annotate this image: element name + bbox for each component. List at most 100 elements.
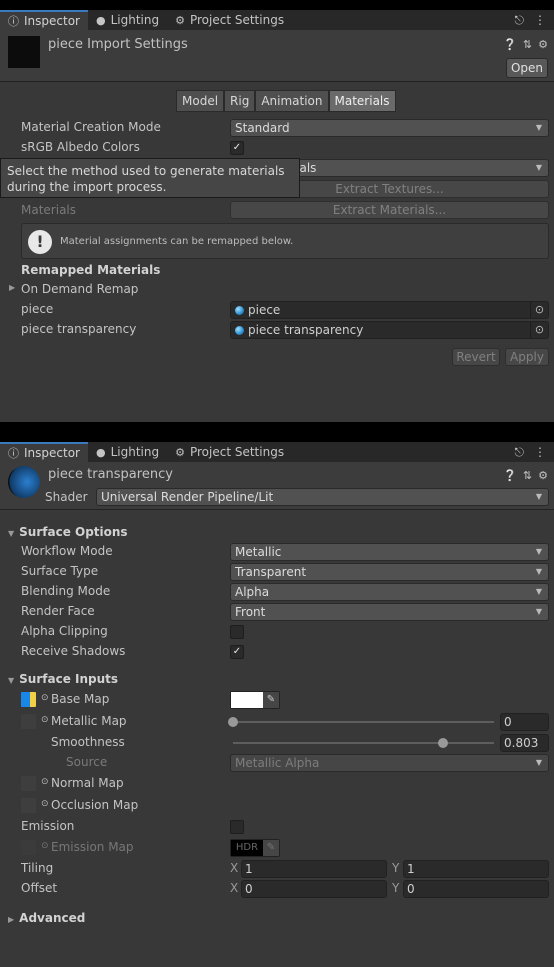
surface-options-header[interactable]: ▼ Surface Options <box>8 525 128 539</box>
tiling-x-field[interactable]: 1 <box>241 860 387 878</box>
tab-animation[interactable]: Animation <box>255 90 329 112</box>
help-icon[interactable]: ❔ <box>503 38 517 51</box>
apply-button[interactable]: Apply <box>505 348 549 366</box>
offset-y-field[interactable]: 0 <box>403 880 549 898</box>
chevron-right-icon: ▶ <box>9 283 16 292</box>
chevron-right-icon: ▶ <box>8 915 15 924</box>
emission-checkbox[interactable] <box>230 820 244 834</box>
tiling-y-field[interactable]: 1 <box>403 860 549 878</box>
tab-project-settings[interactable]: ⚙ Project Settings <box>167 442 292 462</box>
texture-slot[interactable] <box>21 840 36 855</box>
source-row: Source Metallic Alpha ▼ <box>0 753 554 773</box>
chevron-down-icon: ▼ <box>535 547 542 556</box>
chevron-down-icon: ▼ <box>8 529 15 538</box>
tab-project-settings[interactable]: ⚙ Project Settings <box>167 10 292 30</box>
presets-icon[interactable]: ⇅ <box>523 469 532 482</box>
tab-materials[interactable]: Materials <box>328 90 396 112</box>
revert-button[interactable]: Revert <box>452 348 500 366</box>
object-picker-icon[interactable]: ⊙ <box>530 322 548 338</box>
tab-inspector[interactable]: ⓘ Inspector <box>0 10 88 30</box>
surface-type-dropdown[interactable]: Transparent ▼ <box>230 563 549 581</box>
smoothness-row: Smoothness 0.803 <box>0 733 554 753</box>
tab-inspector[interactable]: ⓘ Inspector <box>0 442 88 462</box>
target-icon[interactable]: ⊙ <box>41 841 49 851</box>
workflow-mode-dropdown[interactable]: Metallic ▼ <box>230 543 549 561</box>
texture-slot[interactable] <box>21 692 36 707</box>
slider-knob[interactable] <box>437 738 448 748</box>
base-map-row: ⊙ Base Map ✎ <box>0 690 554 710</box>
import-tabs: Model Rig Animation Materials <box>176 90 396 112</box>
object-picker-icon[interactable]: ⊙ <box>530 302 548 318</box>
tab-bar: ⓘ Inspector ● Lighting ⚙ Project Settings ⎋… <box>0 442 554 462</box>
open-button[interactable]: Open <box>506 58 548 78</box>
help-box: ! Material assignments can be remapped b… <box>21 223 549 259</box>
texture-slot[interactable] <box>21 776 36 791</box>
target-icon[interactable]: ⊙ <box>41 715 49 725</box>
slider-knob[interactable] <box>228 717 238 727</box>
tab-model[interactable]: Model <box>176 90 225 112</box>
texture-slot[interactable] <box>21 798 36 813</box>
texture-slot[interactable] <box>21 714 36 729</box>
offset-x-field[interactable]: 0 <box>241 880 387 898</box>
smoothness-slider[interactable] <box>233 738 494 748</box>
asset-header: piece Import Settings ❔ ⇅ ⚙ Open <box>0 30 554 82</box>
chevron-down-icon: ▼ <box>535 123 542 132</box>
material-field[interactable]: piece transparency ⊙ <box>230 321 549 339</box>
base-color-field[interactable]: ✎ <box>230 691 280 709</box>
info-icon: ⓘ <box>8 15 19 28</box>
material-creation-mode-dropdown[interactable]: Standard ▼ <box>230 119 549 137</box>
chevron-down-icon: ▼ <box>535 492 542 501</box>
extract-materials-button[interactable]: Extract Materials... <box>230 201 549 219</box>
emission-map-row: ⊙ Emission Map HDR ✎ <box>0 838 554 858</box>
menu-icon[interactable]: ⋮ <box>534 13 546 27</box>
remap-row: piece piece ⊙ <box>0 300 554 320</box>
menu-icon[interactable]: ⋮ <box>534 445 546 459</box>
tab-lighting[interactable]: ● Lighting <box>88 10 167 30</box>
alpha-clipping-checkbox[interactable] <box>230 625 244 639</box>
target-icon[interactable]: ⊙ <box>41 693 49 703</box>
target-icon[interactable]: ⊙ <box>41 799 49 809</box>
presets-icon[interactable]: ⇅ <box>523 38 532 51</box>
on-demand-remap-foldout[interactable]: ▶ On Demand Remap <box>0 280 554 300</box>
help-icon[interactable]: ❔ <box>503 469 517 482</box>
smoothness-value-field[interactable]: 0.803 <box>500 734 549 752</box>
asset-title: piece Import Settings <box>48 37 188 52</box>
chevron-down-icon: ▼ <box>535 758 542 767</box>
material-field[interactable]: piece ⊙ <box>230 301 549 319</box>
blending-mode-dropdown[interactable]: Alpha ▼ <box>230 583 549 601</box>
srgb-row: sRGB Albedo Colors ✓ <box>0 138 554 158</box>
chevron-down-icon: ▼ <box>535 567 542 576</box>
chevron-down-icon: ▼ <box>535 607 542 616</box>
surface-inputs-header[interactable]: ▼ Surface Inputs <box>8 672 118 686</box>
materials-row: Materials Extract Materials... <box>0 201 554 221</box>
receive-shadows-checkbox[interactable]: ✓ <box>230 645 244 659</box>
settings-icon[interactable]: ⚙ <box>538 38 548 51</box>
occlusion-map-row: ⊙ Occlusion Map <box>0 796 554 816</box>
info-icon: ⓘ <box>8 447 19 460</box>
shader-dropdown[interactable]: Universal Render Pipeline/Lit ▼ <box>96 488 549 506</box>
remapped-materials-header: Remapped Materials <box>21 263 161 277</box>
advanced-foldout[interactable]: ▶ Advanced <box>8 911 85 925</box>
tab-rig[interactable]: Rig <box>224 90 256 112</box>
asset-thumbnail <box>8 36 40 68</box>
render-face-dropdown[interactable]: Front ▼ <box>230 603 549 621</box>
chevron-down-icon: ▼ <box>535 163 542 172</box>
target-icon[interactable]: ⊙ <box>41 777 49 787</box>
metallic-map-row: ⊙ Metallic Map 0 <box>0 712 554 732</box>
workflow-mode-row: Workflow Mode Metallic ▼ <box>0 542 554 562</box>
metallic-value-field[interactable]: 0 <box>500 713 549 731</box>
srgb-checkbox[interactable]: ✓ <box>230 141 244 155</box>
lock-icon[interactable]: ⎋ <box>515 13 525 28</box>
metallic-slider[interactable] <box>228 717 494 727</box>
material-creation-mode-row: Material Creation Mode Standard ▼ <box>0 118 554 138</box>
tab-lighting[interactable]: ● Lighting <box>88 442 167 462</box>
source-dropdown[interactable]: Metallic Alpha ▼ <box>230 754 549 772</box>
emission-color-field[interactable]: HDR ✎ <box>230 839 280 857</box>
eyedropper-icon[interactable]: ✎ <box>263 692 279 708</box>
settings-icon[interactable]: ⚙ <box>538 469 548 482</box>
shader-label: Shader <box>45 490 88 504</box>
emission-row: Emission <box>0 817 554 837</box>
lock-icon[interactable]: ⎋ <box>515 445 525 460</box>
material-icon <box>235 326 244 335</box>
eyedropper-icon[interactable]: ✎ <box>263 840 279 856</box>
